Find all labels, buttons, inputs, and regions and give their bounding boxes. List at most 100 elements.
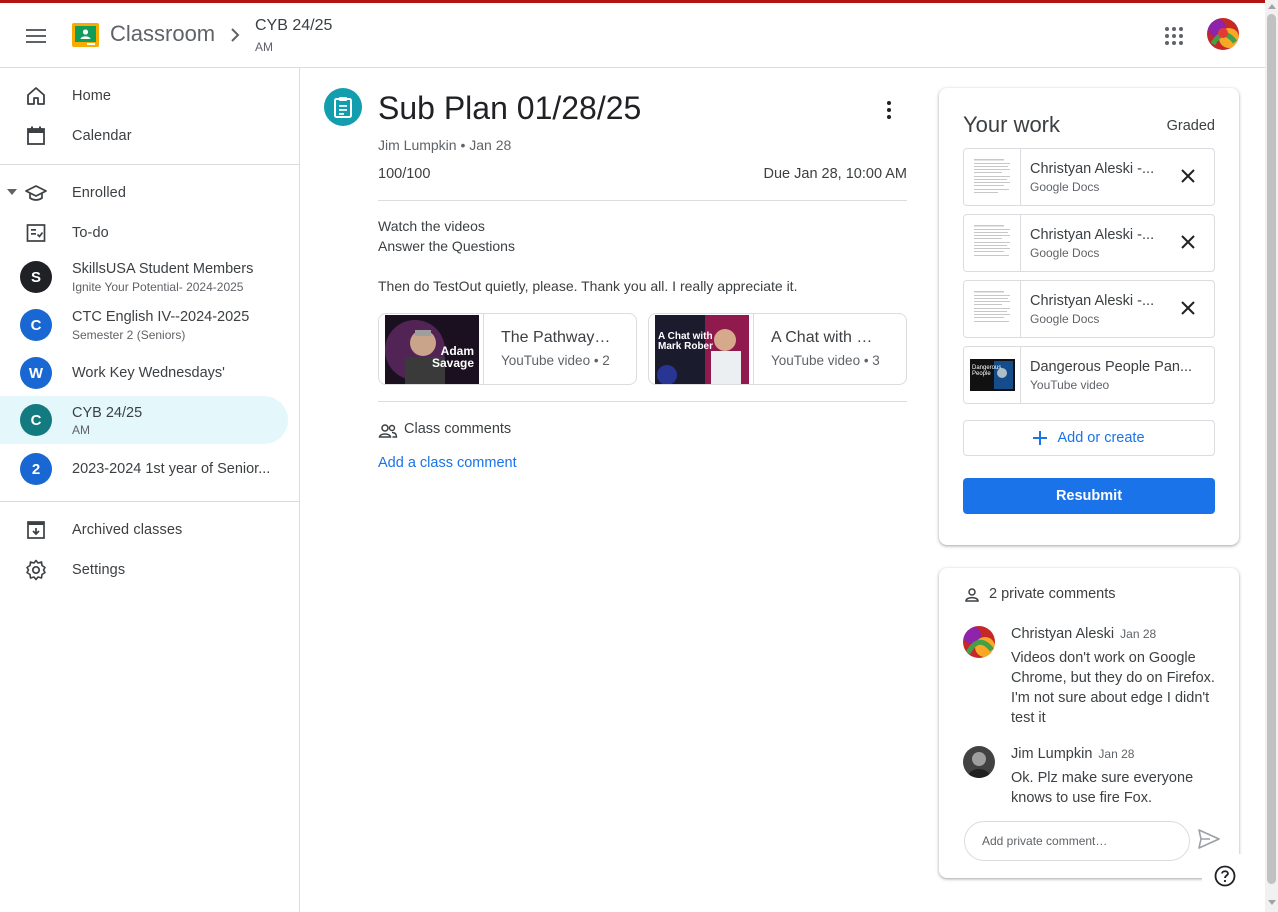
comment-date: Jan 28 xyxy=(1098,747,1135,761)
sidebar-item-settings[interactable]: Settings xyxy=(0,550,288,590)
class-name: 2023-2024 1st year of Senior... xyxy=(72,461,271,477)
account-avatar[interactable] xyxy=(1207,18,1239,50)
sidebar-item-label: Archived classes xyxy=(72,522,183,538)
attachment-name: Christyan Aleski -... xyxy=(1030,293,1155,309)
page-scrollbar[interactable] xyxy=(1265,0,1278,912)
plus-icon xyxy=(1033,431,1048,445)
resubmit-button[interactable]: Resubmit xyxy=(963,478,1215,514)
private-comment-input[interactable]: Add private comment… xyxy=(964,821,1190,861)
archive-icon xyxy=(24,518,48,542)
add-or-create-label: Add or create xyxy=(1057,430,1145,446)
scroll-down-arrow-icon[interactable] xyxy=(1268,900,1276,905)
class-name: CTC English IV--2024-2025 xyxy=(72,309,250,325)
breadcrumb-class-section: AM xyxy=(255,40,273,54)
scroll-up-arrow-icon[interactable] xyxy=(1268,4,1276,9)
your-work-card: Your work Graded Christyan Aleski -... G… xyxy=(939,88,1239,545)
sidebar-item-label: To-do xyxy=(72,225,109,241)
sidebar-class-work-key[interactable]: W Work Key Wednesdays' xyxy=(0,349,288,397)
sidebar-class-ctc-english[interactable]: C CTC English IV--2024-2025 Semester 2 (… xyxy=(0,301,288,349)
class-name: CYB 24/25 xyxy=(72,405,143,421)
sidebar-item-archived[interactable]: Archived classes xyxy=(0,510,288,550)
class-avatar: C xyxy=(20,309,52,341)
video-attachment-card[interactable]: Adam Savage The Pathway… YouTube video •… xyxy=(378,313,637,385)
sidebar: Home Calendar Enrolled To-do S SkillsUSA… xyxy=(0,68,300,912)
video-subtitle: YouTube video • 3 xyxy=(771,353,880,368)
sidebar-item-todo[interactable]: To-do xyxy=(0,213,288,253)
assignment-title: Sub Plan 01/28/25 xyxy=(378,90,642,126)
video-attachment-card[interactable]: A Chat with Mark Rober A Chat with … You… xyxy=(648,313,907,385)
your-work-title: Your work xyxy=(963,112,1061,137)
close-icon xyxy=(1181,235,1195,249)
class-comments-label: Class comments xyxy=(404,421,512,437)
attachment-name: Dangerous People Pan... xyxy=(1030,359,1193,375)
app-title[interactable]: Classroom xyxy=(110,21,215,47)
send-icon xyxy=(1198,829,1220,849)
comment-date: Jan 28 xyxy=(1120,627,1157,641)
scrollbar-thumb[interactable] xyxy=(1267,14,1276,884)
apps-grid-icon xyxy=(1165,27,1183,45)
class-section: Ignite Your Potential- 2024-2025 xyxy=(72,280,244,294)
comment-author-line: Jim Lumpkin Jan 28 xyxy=(1011,746,1134,762)
attachment-google-doc[interactable]: Christyan Aleski -... Google Docs xyxy=(963,280,1215,338)
description-line: Answer the Questions xyxy=(378,238,515,254)
sidebar-item-label: Enrolled xyxy=(72,185,126,201)
assignment-main: Sub Plan 01/28/25 Jim Lumpkin • Jan 28 1… xyxy=(301,68,931,912)
help-button[interactable] xyxy=(1202,854,1248,898)
attachment-youtube-video[interactable]: Dangerous People Dangerous People Pan...… xyxy=(963,346,1215,404)
caret-down-icon[interactable] xyxy=(7,189,17,195)
sidebar-item-calendar[interactable]: Calendar xyxy=(0,116,288,156)
more-options-button[interactable] xyxy=(877,96,901,124)
doc-thumbnail xyxy=(964,281,1021,337)
remove-attachment-button[interactable] xyxy=(1176,164,1200,188)
sidebar-divider xyxy=(0,164,300,165)
assignment-icon xyxy=(324,88,362,126)
thumbnail-caption: Adam Savage xyxy=(431,344,474,370)
add-or-create-button[interactable]: Add or create xyxy=(963,420,1215,456)
google-apps-button[interactable] xyxy=(1162,24,1186,48)
chevron-right-icon xyxy=(228,23,242,47)
sidebar-divider xyxy=(0,501,300,502)
sidebar-class-2023-2024[interactable]: 2 2023-2024 1st year of Senior... xyxy=(0,445,288,493)
divider xyxy=(378,200,907,201)
main-menu-button[interactable] xyxy=(20,20,52,52)
close-icon xyxy=(1181,169,1195,183)
thumbnail-caption: Dangerous People xyxy=(972,365,1002,377)
comment-author: Jim Lumpkin xyxy=(1011,746,1093,762)
comment-author: Christyan Aleski xyxy=(1011,626,1115,642)
attachment-google-doc[interactable]: Christyan Aleski -... Google Docs xyxy=(963,148,1215,206)
status-badge: Graded xyxy=(1166,118,1215,134)
class-name: Work Key Wednesdays' xyxy=(72,365,225,381)
card-divider xyxy=(753,314,754,384)
graduation-cap-icon xyxy=(24,181,48,205)
divider xyxy=(378,401,907,402)
sidebar-item-home[interactable]: Home xyxy=(0,76,288,116)
sidebar-item-enrolled[interactable]: Enrolled xyxy=(0,173,288,213)
sidebar-class-skillsusa[interactable]: S SkillsUSA Student Members Ignite Your … xyxy=(0,253,288,301)
remove-attachment-button[interactable] xyxy=(1176,296,1200,320)
send-comment-button[interactable] xyxy=(1198,829,1222,853)
hamburger-icon xyxy=(26,29,46,43)
comment-author-line: Christyan Aleski Jan 28 xyxy=(1011,626,1156,642)
thumbnail-caption: A Chat with Mark Rober xyxy=(658,331,714,352)
doc-thumbnail xyxy=(964,215,1021,271)
home-icon xyxy=(24,84,48,108)
video-thumbnail: A Chat with Mark Rober xyxy=(655,315,749,384)
attachment-google-doc[interactable]: Christyan Aleski -... Google Docs xyxy=(963,214,1215,272)
comment-text: Ok. Plz make sure everyone knows to use … xyxy=(1011,770,1194,806)
assignment-points: 100/100 xyxy=(378,166,431,182)
classroom-logo-icon[interactable] xyxy=(72,23,99,47)
attachment-name: Christyan Aleski -... xyxy=(1030,161,1155,177)
class-avatar: C xyxy=(20,404,52,436)
add-class-comment-link[interactable]: Add a class comment xyxy=(378,455,517,471)
doc-thumbnail xyxy=(964,149,1021,205)
todo-checklist-icon xyxy=(24,221,48,245)
description-line: Watch the videos xyxy=(378,218,485,234)
private-comments-header: 2 private comments xyxy=(989,586,1116,602)
gear-icon xyxy=(24,558,48,582)
remove-attachment-button[interactable] xyxy=(1176,230,1200,254)
card-divider xyxy=(483,314,484,384)
video-subtitle: YouTube video • 2 xyxy=(501,353,610,368)
avatar xyxy=(963,626,995,658)
sidebar-class-cyb-active[interactable]: C CYB 24/25 AM xyxy=(0,396,288,444)
breadcrumb-class-title[interactable]: CYB 24/25 xyxy=(255,17,332,35)
